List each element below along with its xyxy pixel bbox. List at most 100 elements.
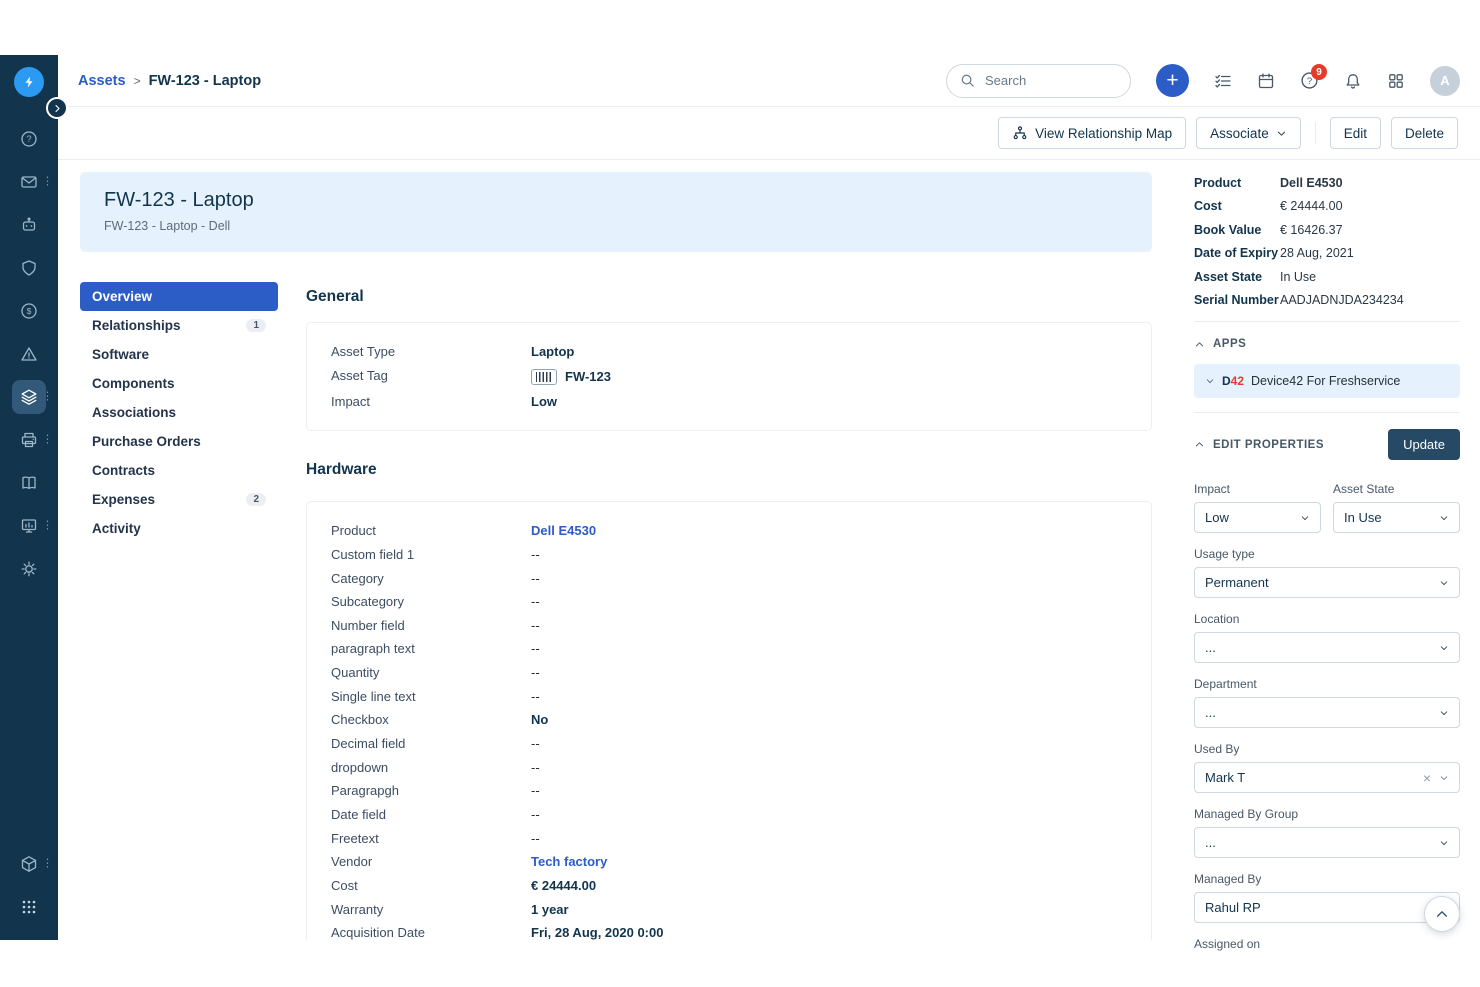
- sidebar-item-help[interactable]: ?: [0, 117, 58, 160]
- tab-relationships[interactable]: Relationships1: [80, 311, 278, 340]
- sidebar-item-financials[interactable]: $: [0, 289, 58, 332]
- top-bar: Assets > FW-123 - Laptop + ? 9: [58, 55, 1480, 107]
- asset-state-select[interactable]: In Use: [1333, 502, 1460, 533]
- managed-by-group-select[interactable]: ...: [1194, 827, 1460, 858]
- field-value: --: [531, 784, 540, 798]
- tab-label: Components: [92, 376, 175, 391]
- field-value: Laptop: [531, 345, 574, 359]
- svg-text:?: ?: [26, 134, 31, 144]
- field-value: --: [531, 761, 540, 775]
- impact-field: Impact Low: [1194, 482, 1321, 533]
- tab-overview[interactable]: Overview: [80, 282, 278, 311]
- sidebar-item-solutions[interactable]: [0, 461, 58, 504]
- tab-purchase-orders[interactable]: Purchase Orders: [80, 427, 278, 456]
- scroll-to-top-button[interactable]: [1424, 896, 1460, 932]
- delete-button[interactable]: Delete: [1391, 117, 1458, 149]
- sidebar-item-switcher[interactable]: [0, 885, 58, 928]
- edit-button[interactable]: Edit: [1330, 117, 1381, 149]
- tab-software[interactable]: Software: [80, 340, 278, 369]
- field-value: --: [531, 832, 540, 846]
- tab-components[interactable]: Components: [80, 369, 278, 398]
- summary-product-link[interactable]: Dell E4530: [1280, 176, 1343, 190]
- overflow-dots-icon[interactable]: ⋮: [42, 391, 53, 402]
- sidebar-item-admin-settings[interactable]: [0, 547, 58, 590]
- chevron-down-icon: [1439, 513, 1449, 523]
- field-label: Used By: [1194, 742, 1460, 756]
- relationship-map-icon: [1012, 125, 1028, 141]
- sidebar-item-automation[interactable]: [0, 203, 58, 246]
- sidebar-item-tickets[interactable]: ⋮: [0, 160, 58, 203]
- tab-associations[interactable]: Associations: [80, 398, 278, 427]
- associate-label: Associate: [1210, 126, 1269, 141]
- todo-list-icon[interactable]: [1214, 72, 1232, 90]
- sidebar-expand-toggle[interactable]: [48, 99, 66, 117]
- tab-label: Software: [92, 347, 149, 362]
- tab-badge: 1: [246, 319, 266, 332]
- summary-label: Serial Number: [1194, 293, 1280, 307]
- svg-text:$: $: [27, 306, 32, 316]
- managed-by-group-field: Managed By Group ...: [1194, 807, 1460, 858]
- new-item-button[interactable]: +: [1156, 64, 1189, 97]
- clear-selection-icon[interactable]: ×: [1423, 771, 1431, 785]
- summary-value: 28 Aug, 2021: [1280, 246, 1354, 260]
- overflow-dots-icon[interactable]: ⋮: [42, 176, 53, 187]
- apps-section-header[interactable]: APPS: [1194, 338, 1460, 350]
- overflow-dots-icon[interactable]: ⋮: [42, 858, 53, 869]
- help-center-icon[interactable]: ? 9: [1300, 71, 1319, 90]
- chevron-down-icon: [1439, 838, 1449, 848]
- sidebar-item-purchase[interactable]: ⋮: [0, 418, 58, 461]
- usage-type-select[interactable]: Permanent: [1194, 567, 1460, 598]
- device42-app-item[interactable]: D42 Device42 For Freshservice: [1194, 364, 1460, 398]
- asset-subtitle: FW-123 - Laptop - Dell: [104, 219, 1128, 233]
- location-select[interactable]: ...: [1194, 632, 1460, 663]
- marketplace-apps-icon[interactable]: [1387, 72, 1405, 90]
- search-input[interactable]: [983, 72, 1103, 89]
- associate-button[interactable]: Associate: [1196, 117, 1301, 149]
- main-column: Assets > FW-123 - Laptop + ? 9: [58, 55, 1480, 940]
- tab-contracts[interactable]: Contracts: [80, 456, 278, 485]
- field-row: Asset Tag FW-123: [331, 369, 1127, 385]
- sidebar-item-assets[interactable]: ⋮: [0, 375, 58, 418]
- tab-activity[interactable]: Activity: [80, 514, 278, 543]
- field-value: € 24444.00: [531, 879, 596, 893]
- edit-properties-header[interactable]: EDIT PROPERTIES Update: [1194, 429, 1460, 460]
- search-icon: [960, 73, 975, 88]
- field-label: Vendor: [331, 855, 531, 869]
- notifications-bell-icon[interactable]: [1344, 72, 1362, 90]
- view-relationship-map-button[interactable]: View Relationship Map: [998, 117, 1186, 149]
- chevron-down-icon: [1439, 643, 1449, 653]
- department-select[interactable]: ...: [1194, 697, 1460, 728]
- sidebar-item-analytics[interactable]: ⋮: [0, 504, 58, 547]
- product-link[interactable]: Dell E4530: [531, 524, 596, 538]
- overflow-dots-icon[interactable]: ⋮: [42, 520, 53, 531]
- update-button[interactable]: Update: [1388, 429, 1460, 460]
- summary-label: Book Value: [1194, 223, 1280, 237]
- field-label: Impact: [331, 395, 531, 409]
- field-value: --: [531, 808, 540, 822]
- asset-header-card: FW-123 - Laptop FW-123 - Laptop - Dell: [80, 172, 1152, 252]
- managed-by-select[interactable]: Rahul RP: [1194, 892, 1460, 923]
- tab-expenses[interactable]: Expenses2: [80, 485, 278, 514]
- field-label: Quantity: [331, 666, 531, 680]
- field-label: Location: [1194, 612, 1460, 626]
- sidebar-item-security[interactable]: [0, 246, 58, 289]
- selected-value: Permanent: [1205, 575, 1269, 590]
- rail-divider: [1194, 321, 1460, 322]
- field-value: --: [531, 572, 540, 586]
- global-search[interactable]: [946, 64, 1131, 98]
- sidebar-item-extensions[interactable]: ⋮: [0, 842, 58, 885]
- selected-value: Mark T: [1205, 770, 1245, 785]
- used-by-select[interactable]: Mark T ×: [1194, 762, 1460, 793]
- impact-select[interactable]: Low: [1194, 502, 1321, 533]
- overflow-dots-icon[interactable]: ⋮: [42, 434, 53, 445]
- field-label: Asset State: [1333, 482, 1460, 496]
- vendor-link[interactable]: Tech factory: [531, 855, 607, 869]
- managed-by-field: Managed By Rahul RP: [1194, 872, 1460, 923]
- field-label: Asset Tag: [331, 369, 531, 383]
- user-avatar[interactable]: A: [1430, 66, 1460, 96]
- calendar-icon[interactable]: [1257, 72, 1275, 90]
- field-label: Usage type: [1194, 547, 1460, 561]
- freshservice-logo-icon[interactable]: [14, 67, 44, 97]
- sidebar-item-alerts[interactable]: [0, 332, 58, 375]
- breadcrumb-assets-link[interactable]: Assets: [78, 73, 126, 89]
